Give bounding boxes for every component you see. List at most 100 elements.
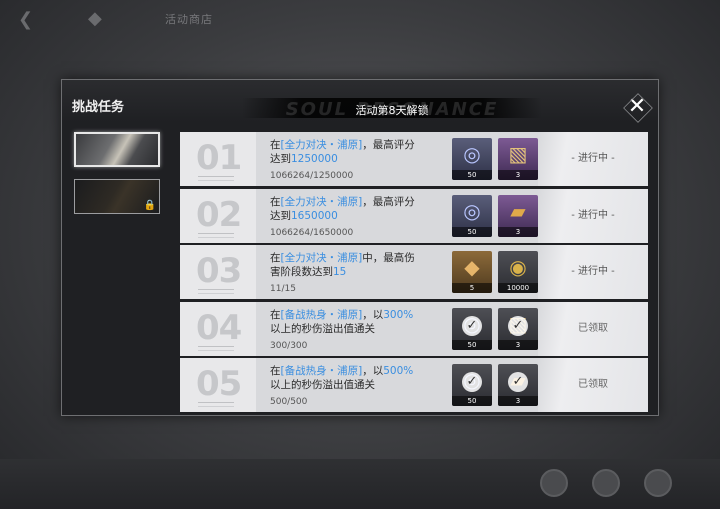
task-number-decoration	[198, 346, 234, 351]
reward-item[interactable]: ◎✓50	[452, 364, 492, 406]
task-number: 05	[196, 364, 242, 404]
task-progress: 1066264/1250000	[270, 171, 354, 181]
task-stage-name: [全力对决・浦原]	[280, 139, 363, 151]
book-item-icon: ▧	[508, 142, 528, 166]
task-number-panel: 02	[180, 189, 256, 243]
task-status: - 进行中 -	[538, 245, 648, 299]
task-progress: 1066264/1650000	[270, 228, 354, 238]
task-target-value: 15	[333, 266, 347, 278]
task-status: 已领取	[538, 358, 648, 412]
claimed-check-icon: ✓	[508, 316, 528, 336]
background-top-bar: ❮ ◆ 活动商店	[0, 0, 720, 38]
task-row: 03 在[全力对决・浦原]中，最高伤害阶段数达到15 11/15 ◆ 5 ◉ 10000- …	[180, 245, 648, 299]
task-row: 05在[备战热身・浦原]，以500%以上的秒伤溢出值通关500/500◎✓50▰…	[180, 358, 648, 412]
task-description: 在[全力对决・浦原]，最高评分达到1250000	[270, 138, 420, 166]
task-number-decoration	[198, 176, 234, 181]
task-target-value: 500%	[383, 365, 414, 377]
reward-item[interactable]: ▰✓3	[498, 364, 538, 406]
reward-count: 50	[452, 227, 492, 237]
task-description-text: 在	[270, 365, 281, 377]
task-number: 01	[196, 138, 242, 178]
task-number-panel: 04	[180, 302, 256, 356]
ring-item-icon: ◎	[463, 142, 481, 166]
task-number-decoration	[198, 402, 234, 407]
lock-icon: 🔒	[143, 200, 156, 211]
task-progress: 11/15	[270, 284, 296, 294]
task-description-text: 以上的秒伤溢出值通关	[270, 323, 375, 335]
task-description: 在[备战热身・浦原]，以500% 以上的秒伤溢出值通关	[270, 364, 420, 392]
reward-item[interactable]: ◎ 50	[452, 195, 492, 237]
character-portrait	[76, 134, 158, 165]
task-status: - 进行中 -	[538, 132, 648, 186]
task-target-value: 300%	[383, 309, 414, 321]
reward-count: 50	[452, 340, 492, 350]
task-list: 01 在[全力对决・浦原]，最高评分达到1250000 1066264/125000…	[180, 132, 648, 412]
task-description-text: ，以	[362, 365, 384, 377]
ring-item-icon: ◎	[463, 199, 481, 223]
background-page-title: 活动商店	[165, 13, 213, 26]
reward-item[interactable]: ▧✓3	[498, 308, 538, 350]
gold-bar-icon: ▰	[510, 199, 526, 223]
reward-count: 50	[452, 170, 492, 180]
close-button[interactable]: ✕	[624, 94, 650, 120]
reward-count: 3	[498, 227, 538, 237]
coin-icon: ◉	[509, 255, 527, 279]
background-round-button[interactable]	[592, 469, 620, 497]
task-description-text: 在	[270, 252, 281, 264]
task-number-decoration	[198, 233, 234, 238]
challenge-task-dialog: 挑战任务 SOUL RESONANCE 活动第8天解锁 ✕ 🔒 01 在[全力对决…	[61, 79, 659, 416]
task-target-value: 1250000	[291, 153, 338, 165]
reward-item[interactable]: ▧ 3	[498, 138, 538, 180]
task-number-decoration	[198, 289, 234, 294]
character-tab-locked[interactable]: 🔒	[74, 179, 160, 214]
claimed-check-icon: ✓	[462, 316, 482, 336]
task-target-value: 1650000	[291, 210, 338, 222]
reward-count: 10000	[498, 283, 538, 293]
reward-count: 5	[452, 283, 492, 293]
reward-item[interactable]: ▰ 3	[498, 195, 538, 237]
reward-item[interactable]: ◆ 5	[452, 251, 492, 293]
reward-count: 3	[498, 170, 538, 180]
task-number-panel: 01	[180, 132, 256, 186]
task-description-text: 在	[270, 196, 281, 208]
back-arrow-icon[interactable]: ❮	[18, 9, 33, 30]
task-stage-name: [全力对决・浦原]	[280, 252, 363, 264]
task-stage-name: [备战热身・浦原]	[280, 309, 363, 321]
task-description-text: 以上的秒伤溢出值通关	[270, 379, 375, 391]
task-description: 在[备战热身・浦原]，以300% 以上的秒伤溢出值通关	[270, 308, 420, 336]
task-number: 03	[196, 251, 242, 291]
task-description: 在[全力对决・浦原]中，最高伤害阶段数达到15	[270, 251, 420, 279]
task-description: 在[全力对决・浦原]，最高评分达到1650000	[270, 195, 420, 223]
home-icon[interactable]: ◆	[88, 8, 102, 29]
reward-count: 3	[498, 340, 538, 350]
reward-item[interactable]: ◎✓50	[452, 308, 492, 350]
task-description-text: ，以	[362, 309, 384, 321]
character-tab-selected[interactable]	[74, 132, 160, 167]
task-status: - 进行中 -	[538, 189, 648, 243]
dialog-title: 挑战任务	[72, 100, 125, 115]
background-round-button[interactable]	[644, 469, 672, 497]
task-stage-name: [备战热身・浦原]	[280, 365, 363, 377]
task-row: 04在[备战热身・浦原]，以300%以上的秒伤溢出值通关300/300◎✓50▧…	[180, 302, 648, 356]
task-number-panel: 05	[180, 358, 256, 412]
character-tabs: 🔒	[72, 132, 160, 402]
claimed-check-icon: ✓	[462, 372, 482, 392]
background-round-button[interactable]	[540, 469, 568, 497]
reward-item[interactable]: ◉ 10000	[498, 251, 538, 293]
task-number-panel: 03	[180, 245, 256, 299]
background-bottom-bar	[0, 459, 720, 509]
dialog-header: 挑战任务 SOUL RESONANCE 活动第8天解锁 ✕	[62, 80, 658, 122]
task-progress: 500/500	[270, 397, 308, 407]
unlock-notice: 活动第8天解锁	[355, 104, 429, 117]
close-icon: ✕	[627, 94, 647, 119]
task-description-text: 在	[270, 309, 281, 321]
task-number: 02	[196, 195, 242, 235]
task-row: 01 在[全力对决・浦原]，最高评分达到1250000 1066264/125000…	[180, 132, 648, 186]
task-progress: 300/300	[270, 341, 308, 351]
ore-item-icon: ◆	[464, 255, 480, 279]
reward-count: 3	[498, 396, 538, 406]
task-description-text: 在	[270, 139, 281, 151]
task-stage-name: [全力对决・浦原]	[280, 196, 363, 208]
claimed-check-icon: ✓	[508, 372, 528, 392]
reward-item[interactable]: ◎ 50	[452, 138, 492, 180]
